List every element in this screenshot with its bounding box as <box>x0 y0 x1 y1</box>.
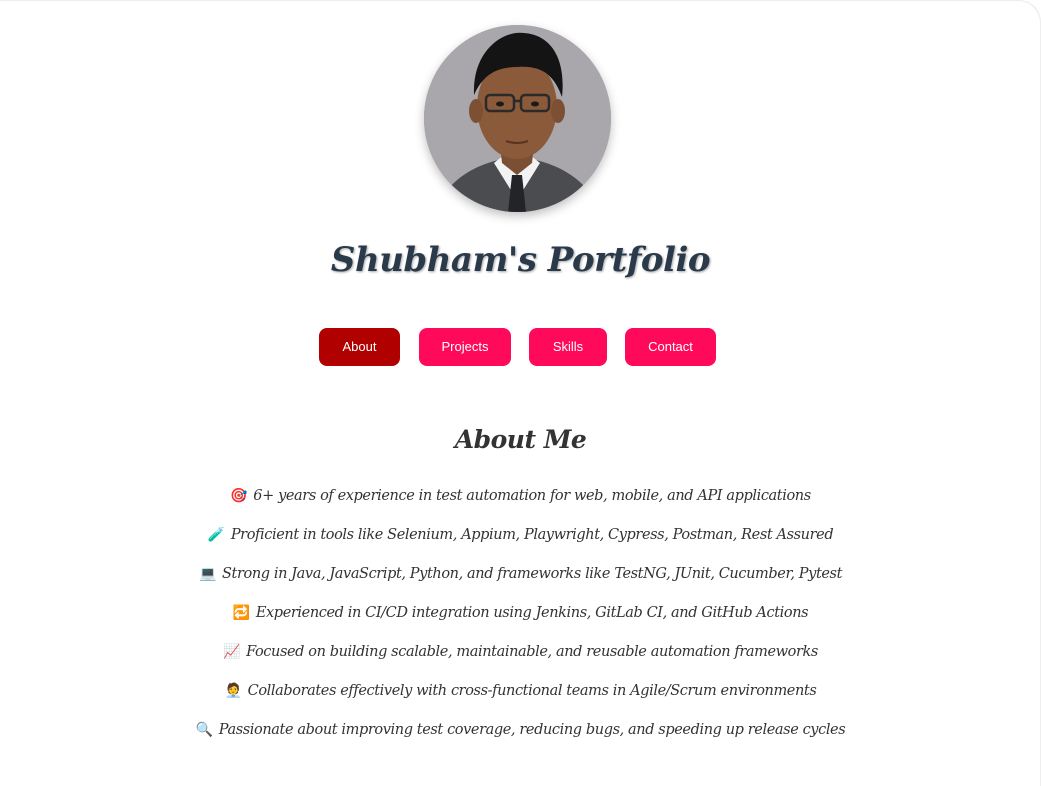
laptop-icon: 💻 <box>198 566 217 582</box>
about-item-text: Experienced in CI/CD integration using J… <box>255 605 809 621</box>
about-item-text: Focused on building scalable, maintainab… <box>246 644 818 660</box>
profile-photo <box>424 25 611 212</box>
about-item-collaboration: 🧑‍💼 Collaborates effectively with cross-f… <box>0 678 1041 717</box>
portfolio-page: Shubham's Portfolio About Projects Skill… <box>0 0 1041 786</box>
repeat-icon: 🔁 <box>232 605 250 621</box>
chart-increasing-icon: 📈 <box>223 644 241 660</box>
nav-contact-button[interactable]: Contact <box>625 328 716 366</box>
about-item-frameworks: 📈 Focused on building scalable, maintaina… <box>0 639 1041 678</box>
about-item-text: Proficient in tools like Selenium, Appiu… <box>230 527 834 543</box>
about-item-text: Collaborates effectively with cross-func… <box>247 683 817 699</box>
about-item-passion: 🔍 Passionate about improving test coverag… <box>0 717 1041 756</box>
about-item-text: Strong in Java, JavaScript, Python, and … <box>222 566 843 582</box>
target-icon: 🎯 <box>230 488 248 504</box>
about-item-experience: 🎯 6+ years of experience in test automati… <box>0 483 1041 522</box>
main-nav: About Projects Skills Contact <box>0 328 1041 366</box>
magnifier-icon: 🔍 <box>195 722 213 738</box>
nav-skills-button[interactable]: Skills <box>529 328 607 366</box>
about-item-languages: 💻 Strong in Java, JavaScript, Python, and… <box>0 561 1041 600</box>
page-title: Shubham's Portfolio <box>330 240 711 280</box>
about-item-tools: 🧪 Proficient in tools like Selenium, Appi… <box>0 522 1041 561</box>
nav-projects-button[interactable]: Projects <box>419 328 511 366</box>
profile-avatar <box>424 25 611 212</box>
about-item-text: 6+ years of experience in test automatio… <box>253 488 811 504</box>
about-heading: About Me <box>454 425 587 454</box>
about-list: 🎯 6+ years of experience in test automati… <box>0 483 1041 756</box>
about-item-cicd: 🔁 Experienced in CI/CD integration using … <box>0 600 1041 639</box>
office-worker-icon: 🧑‍💼 <box>224 683 242 699</box>
nav-about-button[interactable]: About <box>319 328 400 366</box>
test-tube-icon: 🧪 <box>207 527 225 543</box>
about-item-text: Passionate about improving test coverage… <box>218 722 846 738</box>
